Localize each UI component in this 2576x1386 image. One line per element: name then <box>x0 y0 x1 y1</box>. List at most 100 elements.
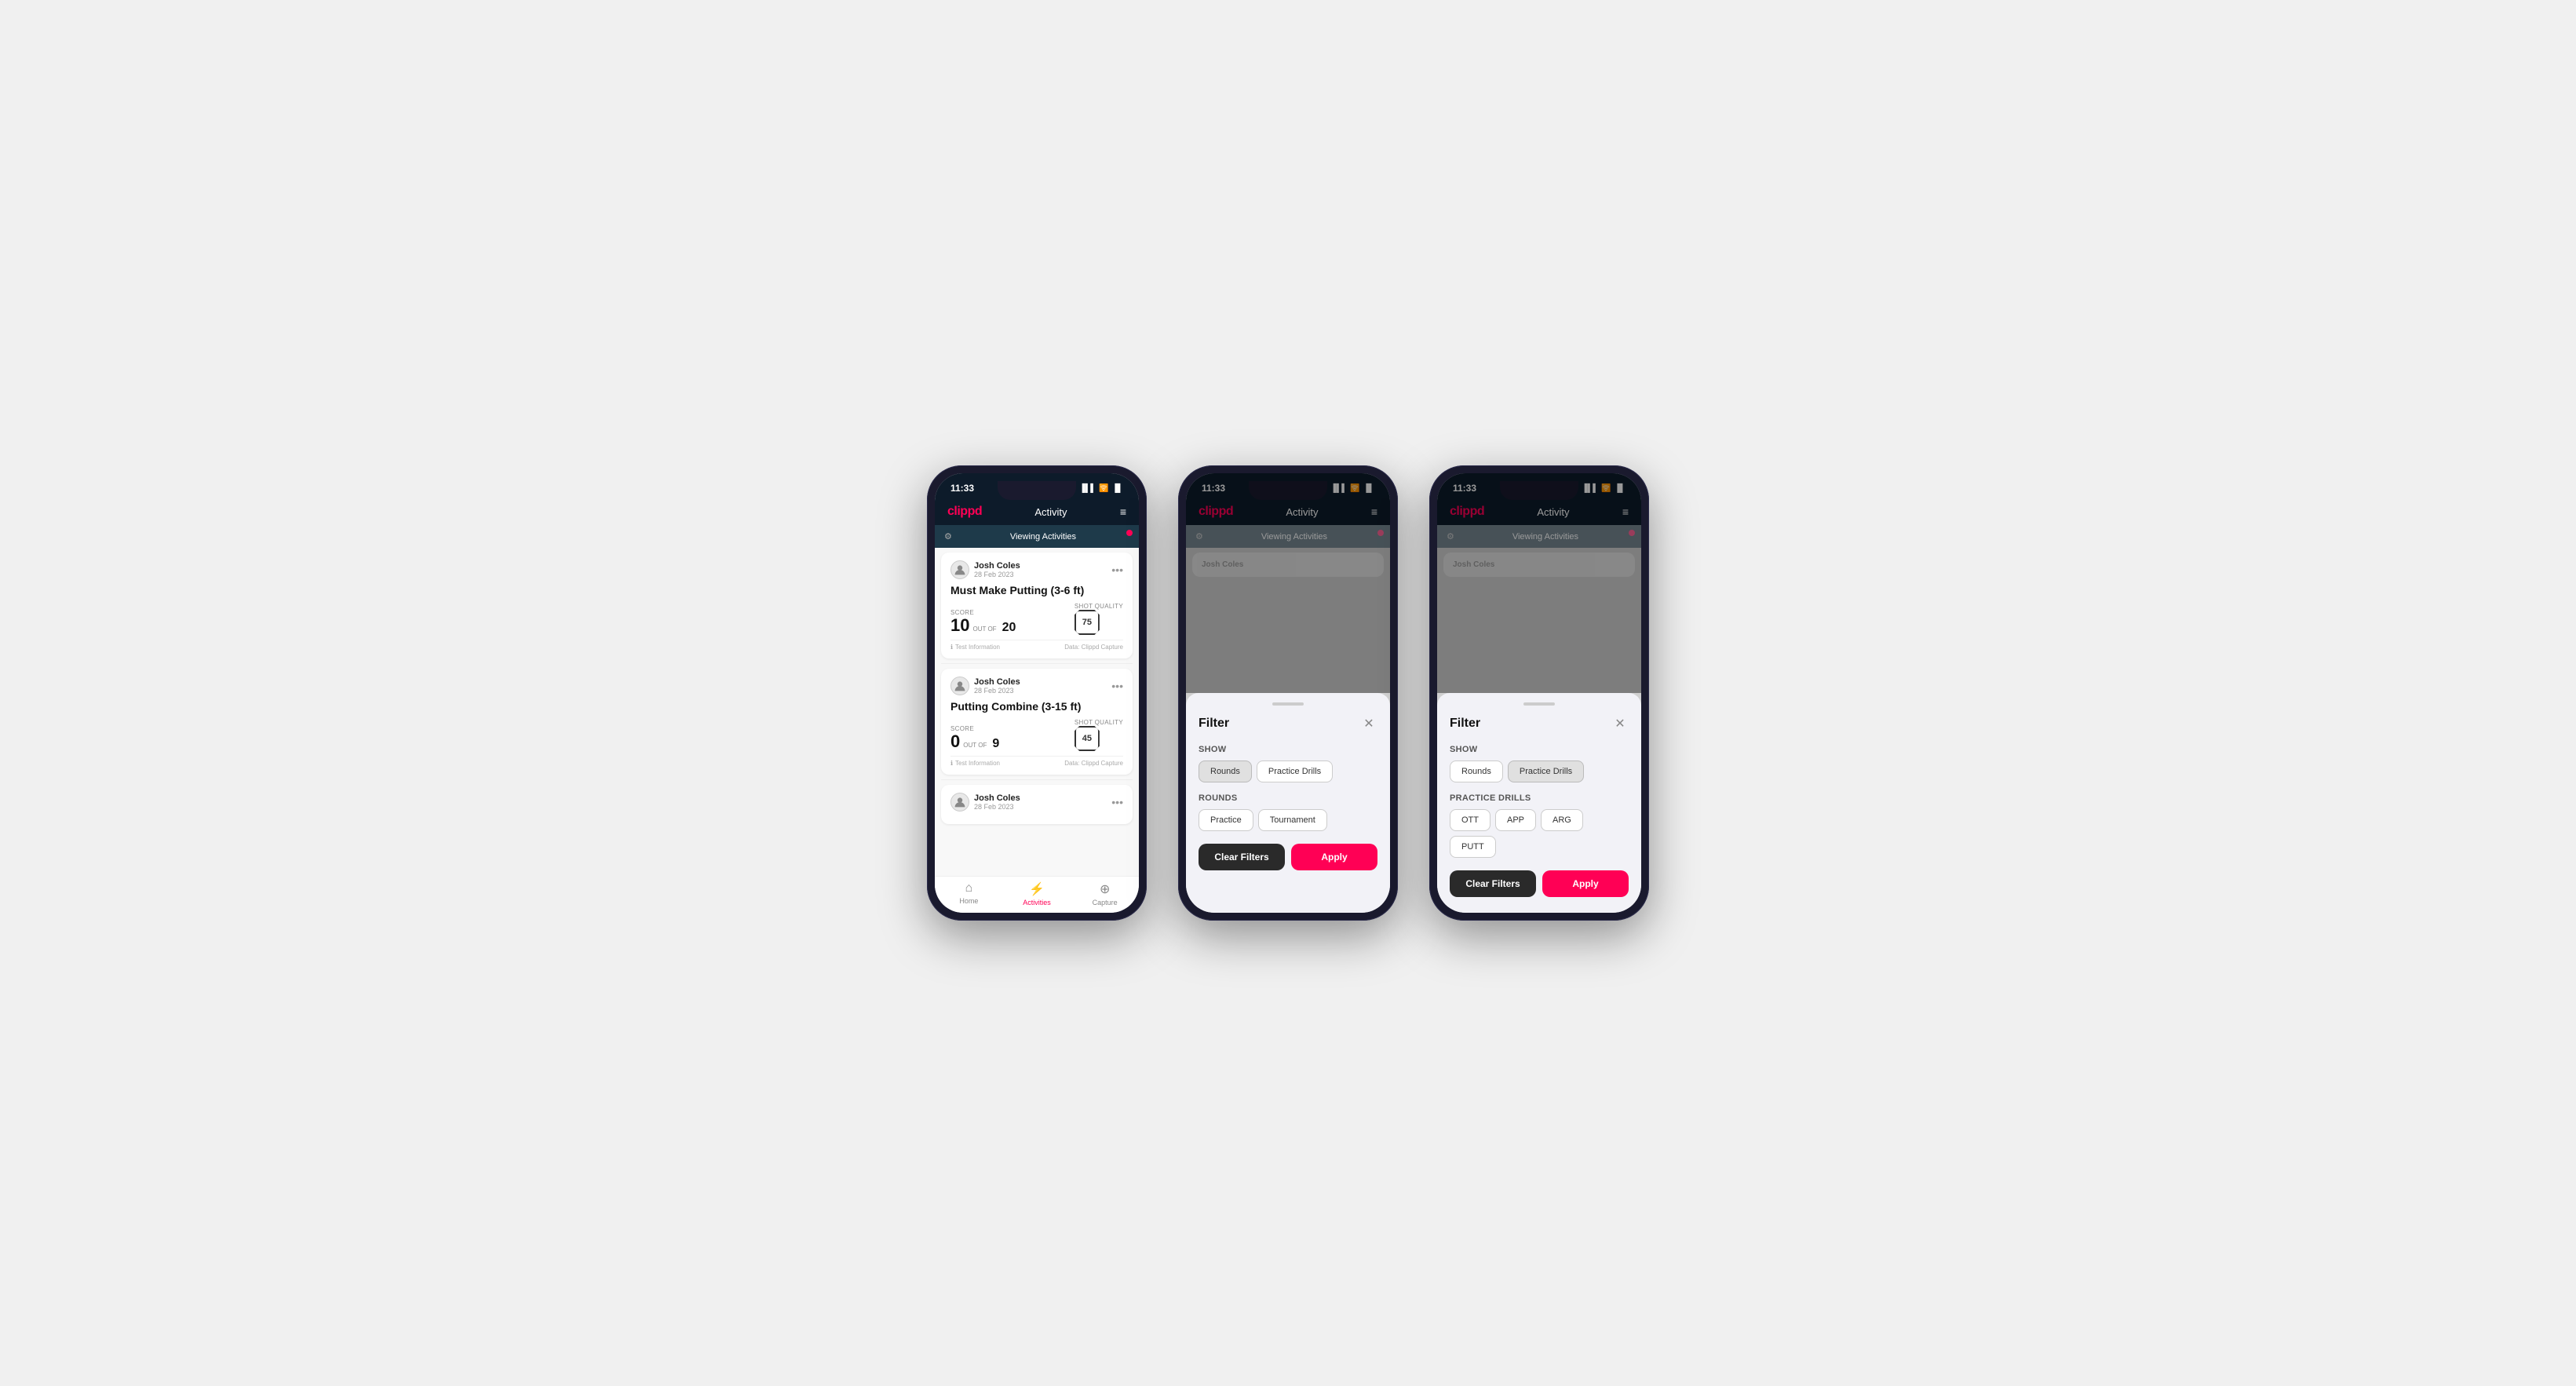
app-btn-3[interactable]: APP <box>1495 809 1536 831</box>
rounds-label-2: Rounds <box>1199 793 1377 803</box>
activity-card-3: Josh Coles 28 Feb 2023 ••• <box>941 785 1133 824</box>
user-name-2: Josh Coles <box>974 677 1020 687</box>
tab-home-label-1: Home <box>959 897 978 905</box>
card-stats-2: Score 0 OUT OF 9 Shot Quality 45 <box>950 719 1123 751</box>
more-button-2[interactable]: ••• <box>1111 680 1123 692</box>
rounds-btn-2[interactable]: Rounds <box>1199 760 1252 782</box>
filter-overlay-2: Filter ✕ Show Rounds Practice Drills Rou… <box>1186 473 1390 913</box>
score-group-1: Score 10 OUT OF 20 <box>950 609 1016 635</box>
activity-card-2: Josh Coles 28 Feb 2023 ••• Putting Combi… <box>941 669 1133 775</box>
card-header-1: Josh Coles 28 Feb 2023 ••• <box>950 560 1123 579</box>
out-of-1: OUT OF <box>972 626 996 633</box>
menu-icon-1[interactable]: ≡ <box>1120 505 1126 518</box>
rounds-buttons-2: Practice Tournament <box>1199 809 1377 831</box>
avatar-1 <box>950 560 969 579</box>
user-name-3: Josh Coles <box>974 793 1020 803</box>
divider-1 <box>941 663 1133 664</box>
more-button-3[interactable]: ••• <box>1111 796 1123 808</box>
rounds-section-2: Rounds Practice Tournament <box>1199 793 1377 831</box>
phone-2: 11:33 ▐▌▌ 🛜 ▐▌ clippd Activity ≡ ⚙ Viewi… <box>1178 465 1398 921</box>
app-logo-1: clippd <box>947 505 982 519</box>
filter-icon-1: ⚙ <box>944 531 952 542</box>
nav-title-1: Activity <box>1034 506 1067 518</box>
show-section-3: Show Rounds Practice Drills <box>1450 745 1629 782</box>
drills-label-3: Practice Drills <box>1450 793 1629 803</box>
score-value-2: 0 <box>950 732 960 751</box>
card-stats-1: Score 10 OUT OF 20 Shot Quality 75 <box>950 603 1123 635</box>
user-info-3: Josh Coles 28 Feb 2023 <box>974 793 1020 811</box>
user-name-1: Josh Coles <box>974 561 1020 571</box>
viewing-bar-1[interactable]: ⚙ Viewing Activities <box>935 525 1139 548</box>
close-button-3[interactable]: ✕ <box>1611 715 1629 732</box>
drills-section-3: Practice Drills OTT APP ARG PUTT <box>1450 793 1629 858</box>
quality-badge-1: 75 <box>1075 610 1100 635</box>
home-icon-1: ⌂ <box>965 881 973 895</box>
more-button-1[interactable]: ••• <box>1111 564 1123 576</box>
activity-card-1: Josh Coles 28 Feb 2023 ••• Must Make Put… <box>941 553 1133 658</box>
phone-notch <box>998 481 1076 500</box>
putt-btn-3[interactable]: PUTT <box>1450 836 1496 858</box>
rounds-btn-3[interactable]: Rounds <box>1450 760 1503 782</box>
capture-icon-1: ⊕ <box>1100 881 1110 897</box>
filter-sheet-3: Filter ✕ Show Rounds Practice Drills Pra… <box>1437 693 1641 913</box>
tab-capture-1[interactable]: ⊕ Capture <box>1071 881 1139 906</box>
quality-group-1: Shot Quality 75 <box>1075 603 1123 635</box>
card-info-1: ℹ Test Information <box>950 644 1000 651</box>
card-header-3: Josh Coles 28 Feb 2023 ••• <box>950 793 1123 812</box>
tab-activities-label-1: Activities <box>1023 899 1051 906</box>
tab-activities-1[interactable]: ⚡ Activities <box>1003 881 1071 906</box>
tab-bar-1: ⌂ Home ⚡ Activities ⊕ Capture <box>935 876 1139 913</box>
filter-title-3: Filter <box>1450 717 1480 731</box>
overlay-backdrop-2[interactable] <box>1186 473 1390 693</box>
card-info-2: ℹ Test Information <box>950 760 1000 767</box>
avatar-3 <box>950 793 969 812</box>
show-label-2: Show <box>1199 745 1377 754</box>
close-button-2[interactable]: ✕ <box>1360 715 1377 732</box>
tournament-btn-2[interactable]: Tournament <box>1258 809 1327 831</box>
user-date-2: 28 Feb 2023 <box>974 687 1020 695</box>
quality-label-2: Shot Quality <box>1075 719 1123 726</box>
arg-btn-3[interactable]: ARG <box>1541 809 1583 831</box>
quality-label-1: Shot Quality <box>1075 603 1123 610</box>
score-row-1: 10 OUT OF 20 <box>950 616 1016 635</box>
practice-round-btn-2[interactable]: Practice <box>1199 809 1253 831</box>
battery-icon: ▐▌ <box>1112 484 1123 493</box>
clear-filters-btn-3[interactable]: Clear Filters <box>1450 870 1536 897</box>
scroll-content-1[interactable]: Josh Coles 28 Feb 2023 ••• Must Make Put… <box>935 548 1139 876</box>
shots-value-2: 9 <box>992 737 999 751</box>
practice-drills-btn-3[interactable]: Practice Drills <box>1508 760 1584 782</box>
overlay-backdrop-3[interactable] <box>1437 473 1641 693</box>
tab-home-1[interactable]: ⌂ Home <box>935 881 1003 906</box>
show-buttons-2: Rounds Practice Drills <box>1199 760 1377 782</box>
practice-drills-btn-2[interactable]: Practice Drills <box>1257 760 1333 782</box>
sheet-header-3: Filter ✕ <box>1450 715 1629 732</box>
user-info-1: Josh Coles 28 Feb 2023 <box>974 561 1020 578</box>
user-info-2: Josh Coles 28 Feb 2023 <box>974 677 1020 695</box>
apply-btn-3[interactable]: Apply <box>1542 870 1629 897</box>
score-group-2: Score 0 OUT OF 9 <box>950 725 999 751</box>
card-data-2: Data: Clippd Capture <box>1064 760 1123 767</box>
card-user-1: Josh Coles 28 Feb 2023 <box>950 560 1020 579</box>
phone-1: 11:33 ▐▌▌ 🛜 ▐▌ clippd Activity ≡ ⚙ Viewi… <box>927 465 1147 921</box>
sheet-handle-2 <box>1272 702 1304 706</box>
shots-value-1: 20 <box>1002 621 1016 635</box>
card-title-2: Putting Combine (3-15 ft) <box>950 700 1123 713</box>
clear-filters-btn-2[interactable]: Clear Filters <box>1199 844 1285 870</box>
card-title-1: Must Make Putting (3-6 ft) <box>950 584 1123 596</box>
sheet-actions-3: Clear Filters Apply <box>1450 870 1629 897</box>
card-footer-2: ℹ Test Information Data: Clippd Capture <box>950 756 1123 767</box>
show-section-2: Show Rounds Practice Drills <box>1199 745 1377 782</box>
quality-group-2: Shot Quality 45 <box>1075 719 1123 751</box>
ott-btn-3[interactable]: OTT <box>1450 809 1491 831</box>
quality-badge-2: 45 <box>1075 726 1100 751</box>
status-icons-1: ▐▌▌ 🛜 ▐▌ <box>1079 484 1123 493</box>
filter-sheet-2: Filter ✕ Show Rounds Practice Drills Rou… <box>1186 693 1390 913</box>
card-data-1: Data: Clippd Capture <box>1064 644 1123 651</box>
out-of-2: OUT OF <box>963 742 987 749</box>
tab-capture-label-1: Capture <box>1093 899 1118 906</box>
phone-3: 11:33 ▐▌▌ 🛜 ▐▌ clippd Activity ≡ ⚙ Viewi… <box>1429 465 1649 921</box>
filter-overlay-3: Filter ✕ Show Rounds Practice Drills Pra… <box>1437 473 1641 913</box>
apply-btn-2[interactable]: Apply <box>1291 844 1377 870</box>
avatar-2 <box>950 677 969 695</box>
signal-icon: ▐▌▌ <box>1079 484 1096 493</box>
